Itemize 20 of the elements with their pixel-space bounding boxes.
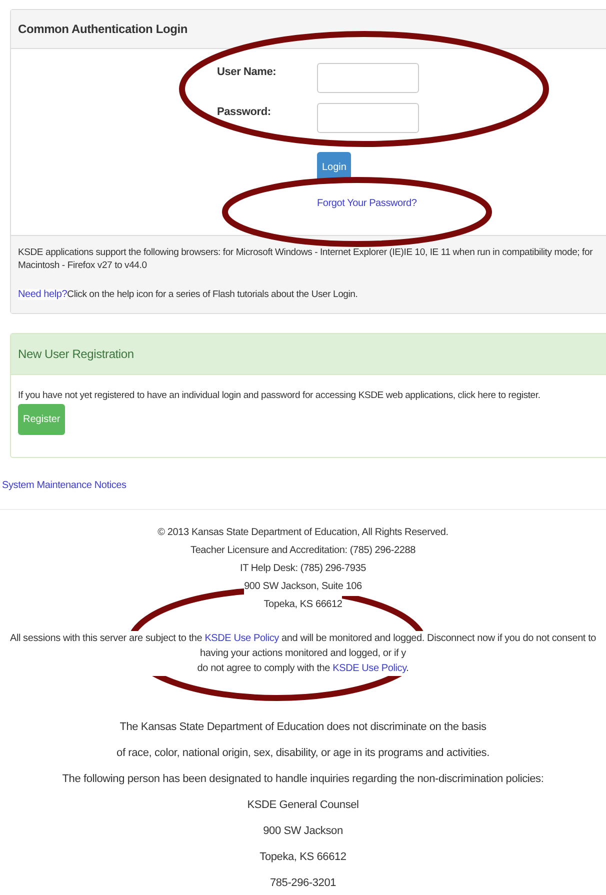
footer-text: The following person has been designated to handle inquiries regarding the non-discrimination policies:: [61, 772, 545, 787]
input-field[interactable]: [317, 103, 419, 133]
field-label: Password:: [217, 106, 271, 118]
registration-text: If you have not yet registered to have an individual login and password for accessing KSDE web applications, click here to register.: [18, 389, 542, 402]
use-policy-link[interactable]: KSDE Use Policy: [332, 663, 406, 674]
footer-text: of race, color, national origin, sex, disability, or age in its programs and activities.: [116, 746, 490, 761]
help-link[interactable]: Need help?: [18, 289, 68, 300]
footer-text: 785-296-3201: [268, 876, 338, 891]
footer-text: 900 SW Jackson: [262, 824, 344, 839]
footer-text: The Kansas State Department of Education does not discriminate on the basis: [118, 720, 488, 735]
panel-title: Common Authentication Login: [18, 22, 188, 36]
footer-text: Topeka, KS 66612: [258, 850, 348, 865]
panel-title: New User Registration: [18, 347, 134, 361]
use-policy-link[interactable]: KSDE Use Policy: [204, 633, 279, 644]
input-field[interactable]: [317, 63, 419, 93]
browser-support-text: KSDE applications support the following browsers: for Microsoft Windows - Internet Explorer (IE)IE 10, IE 11 when run in compatibility mode; for Macintosh - Firefox v27 to v44.0: [18, 246, 594, 272]
field-label: User Name:: [217, 66, 276, 78]
footer-text: KSDE General Counsel: [246, 798, 360, 813]
forgot-password-link[interactable]: Forgot Your Password?: [317, 198, 417, 209]
help-text: Click on the help icon for a series of Flash tutorials about the User Login.: [67, 289, 358, 300]
